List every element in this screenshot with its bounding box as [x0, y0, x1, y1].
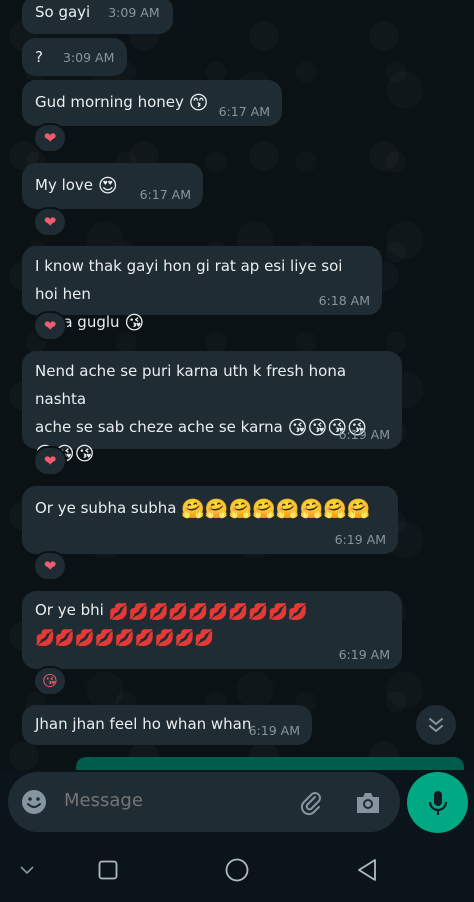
heart-reaction[interactable]: ❤ [33, 123, 67, 153]
kiss-emoji: 😘 [124, 312, 145, 334]
system-navigation-bar [0, 838, 474, 902]
message-bubble[interactable]: Gud morning honey 😙 6:17 AM [22, 80, 282, 126]
message-text: Jhan jhan feel ho whan whan [35, 715, 252, 733]
message-text: Or ye subha subha [35, 499, 177, 517]
message-time: 6:17 AM [139, 187, 191, 202]
heart-reaction[interactable]: ❤ [33, 207, 67, 237]
hug-emoji-row: 🤗🤗🤗🤗🤗🤗🤗🤗 [181, 498, 371, 520]
message-bubble[interactable]: Or ye bhi 💋💋💋💋💋💋💋💋💋💋 💋💋💋💋💋💋💋💋💋 6:19 AM [22, 591, 402, 669]
message-time: 6:19 AM [248, 723, 300, 738]
outgoing-message-bubble [76, 757, 464, 770]
message-text: My love [35, 176, 94, 194]
scroll-to-bottom-button[interactable] [416, 705, 456, 745]
message-text-line1: Nend ache se puri karna uth k fresh hona… [35, 362, 347, 408]
message-time: 6:19 AM [338, 427, 390, 442]
heart-reaction[interactable]: ❤ [33, 551, 67, 581]
message-text: ? [35, 48, 43, 66]
heart-reaction[interactable]: ❤ [33, 446, 67, 476]
lips-emoji-row: 💋💋💋💋💋💋💋💋💋 [35, 628, 215, 647]
camera-icon[interactable] [352, 788, 384, 818]
kiss-emoji: 😙 [188, 92, 209, 114]
message-time: 6:19 AM [334, 532, 386, 547]
heart-eyes-emoji: 😍 [97, 175, 118, 197]
triangle-back-icon[interactable] [354, 857, 380, 883]
message-bubble[interactable]: I know thak gayi hon gi rat ap esi liye … [22, 246, 382, 334]
smiley-icon[interactable] [20, 788, 48, 816]
voice-message-button[interactable] [407, 772, 468, 833]
message-input[interactable] [64, 790, 284, 811]
lips-emoji-row: 💋💋💋💋💋💋💋💋💋💋 [108, 602, 308, 621]
message-composer [8, 772, 400, 832]
message-bubble[interactable]: Or ye subha subha 🤗🤗🤗🤗🤗🤗🤗🤗 6:19 AM [22, 486, 398, 554]
double-chevron-down-icon [429, 718, 443, 732]
message-text: Gud morning honey [35, 93, 184, 111]
message-time: 6:18 AM [318, 293, 370, 308]
paperclip-icon[interactable] [296, 788, 326, 818]
message-time: 3:09 AM [108, 5, 160, 20]
message-text: So gayi [35, 3, 91, 21]
chat-area[interactable]: So gayi 3:09 AM ? 3:09 AM Gud morning hone… [0, 0, 474, 770]
message-bubble[interactable]: My love 😍 6:17 AM [22, 163, 203, 209]
message-time: 6:17 AM [218, 104, 270, 119]
kiss-reaction[interactable]: 😘 [33, 666, 67, 696]
chevron-down-icon[interactable] [14, 860, 40, 880]
message-text-line2: ache se sab cheze ache se karna [35, 418, 283, 436]
message-time: 3:09 AM [62, 50, 115, 65]
microphone-icon [428, 790, 447, 815]
message-bubble[interactable]: So gayi 3:09 AM [22, 0, 173, 34]
square-icon[interactable] [96, 858, 120, 882]
heart-reaction[interactable]: ❤ [33, 311, 67, 341]
message-bubble[interactable]: Nend ache se puri karna uth k fresh hona… [22, 351, 402, 465]
circle-icon[interactable] [224, 857, 250, 883]
message-time: 6:19 AM [338, 647, 390, 662]
message-bubble[interactable]: ? 3:09 AM [22, 38, 128, 76]
message-text: Or ye bhi [35, 601, 104, 619]
kiss-emoji-row: 😘😘😘 [35, 441, 389, 467]
message-bubble[interactable]: Jhan jhan feel ho whan whan 6:19 AM [22, 705, 312, 745]
